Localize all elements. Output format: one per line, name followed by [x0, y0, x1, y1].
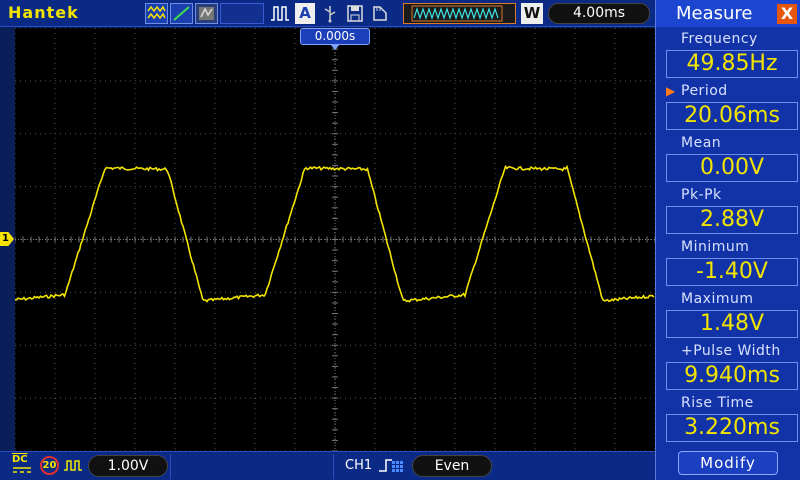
bandwidth-limit-badge[interactable]: 20: [40, 456, 59, 475]
persist-icon[interactable]: [195, 3, 218, 24]
trigger-position-icon: [330, 44, 340, 50]
waveform-mode-icon[interactable]: [145, 3, 168, 24]
measure-value[interactable]: 20.06ms: [666, 102, 798, 130]
measure-label: Frequency: [681, 31, 758, 47]
measure-label: Minimum: [681, 239, 750, 255]
acquire-icon[interactable]: A: [295, 3, 315, 24]
trigger-source[interactable]: CH1: [345, 458, 372, 473]
window-badge[interactable]: W: [521, 3, 543, 24]
volts-per-div[interactable]: 1.00V: [88, 455, 168, 477]
waveform-display[interactable]: [15, 28, 655, 451]
measure-panel: Measure X Frequency49.85HzPeriod20.06msM…: [655, 0, 800, 480]
pulse-icon: [64, 460, 82, 471]
bottom-status-bar: DC 20 1.00V CH1 Even: [0, 451, 655, 480]
trigger-mode[interactable]: Even: [412, 455, 492, 477]
status-blank-box: [220, 3, 264, 24]
measure-value[interactable]: 3.220ms: [666, 414, 798, 442]
measure-value[interactable]: 49.85Hz: [666, 50, 798, 78]
brand-logo: Hantek: [8, 3, 79, 22]
measure-label: Period: [656, 80, 800, 102]
usb-icon[interactable]: [320, 3, 340, 24]
measure-label: +Pulse Width: [681, 343, 781, 359]
top-status-bar: Hantek A W 4.00ms: [0, 0, 655, 27]
time-per-div[interactable]: 4.00ms: [548, 3, 650, 24]
measure-value[interactable]: 1.48V: [666, 310, 798, 338]
measure-label: Mean: [681, 135, 722, 151]
waveform-grid: [15, 28, 655, 451]
coupling-indicator[interactable]: DC: [12, 455, 32, 478]
line-display-icon[interactable]: [170, 3, 193, 24]
disk-icon[interactable]: [370, 3, 390, 24]
modify-button[interactable]: Modify: [678, 451, 778, 475]
waveform-overview[interactable]: [403, 3, 516, 24]
measure-value[interactable]: 0.00V: [666, 154, 798, 182]
ch1-level-marker[interactable]: 1: [0, 232, 14, 246]
measure-value[interactable]: 9.940ms: [666, 362, 798, 390]
divider: [170, 454, 171, 479]
divider: [333, 454, 334, 479]
dc-coupling-icon: [13, 467, 31, 473]
trigger-position-label[interactable]: 0.000s: [300, 28, 370, 45]
measure-label: Rise Time: [681, 395, 754, 411]
run-icon[interactable]: [268, 3, 292, 24]
measure-label: Maximum: [681, 291, 754, 307]
measure-value[interactable]: 2.88V: [666, 206, 798, 234]
trigger-edge-icon: [379, 459, 403, 472]
measure-label: Pk-Pk: [681, 187, 722, 203]
coupling-label: DC: [12, 454, 28, 465]
measure-value[interactable]: -1.40V: [666, 258, 798, 286]
close-button[interactable]: X: [777, 4, 797, 24]
save-icon[interactable]: [345, 3, 365, 24]
